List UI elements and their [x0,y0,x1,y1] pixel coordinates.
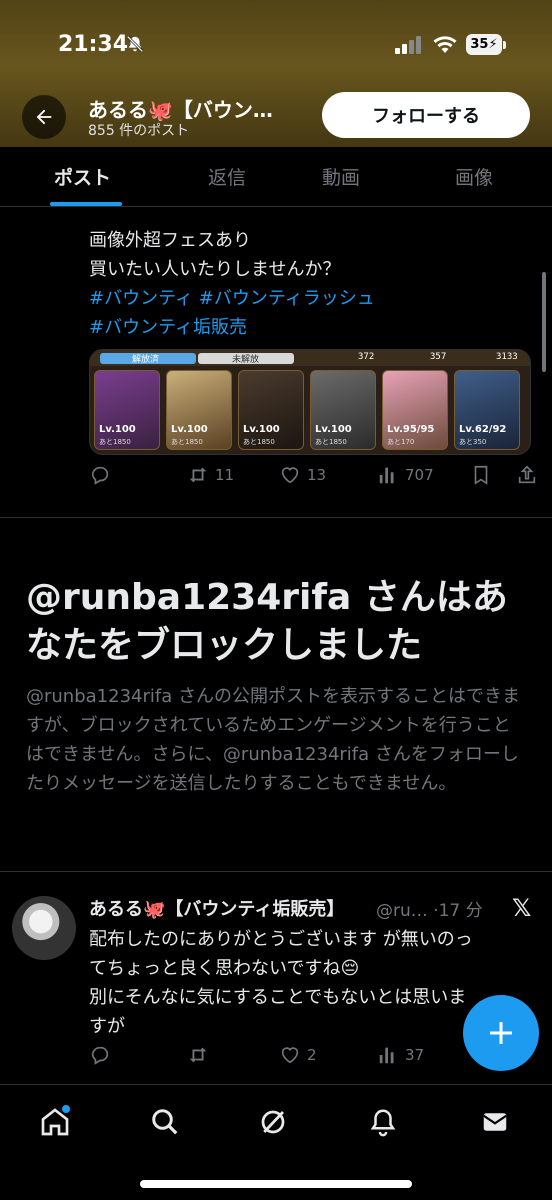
card-sub: あと1850 [243,438,275,446]
nav-grok[interactable] [256,1105,290,1139]
battery-cap [503,41,506,49]
like-button[interactable]: 2 [279,1044,317,1066]
repost-icon [189,1047,207,1063]
character-card: Lv.100 あと1850 [310,370,376,450]
tab-posts[interactable]: ポスト [54,163,111,190]
hashtag-link[interactable]: #バウンティラッシュ [199,288,375,309]
search-icon [152,1109,178,1135]
post-line: てちょっと良く思わないですね😔 [89,958,360,979]
share-icon [518,465,536,484]
home-indicator [140,1180,412,1188]
card-level: Lv.62/92 [459,424,507,435]
profile-name: あるる🐙【バウン… [88,98,273,122]
media-counter: 357 [430,352,447,362]
bookmark-icon [474,465,488,485]
character-card: Lv.95/95 あと170 [382,370,448,450]
views-count: 707 [405,466,434,484]
plus-icon [490,1022,512,1044]
like-button[interactable]: 13 [279,464,326,486]
avatar[interactable] [12,896,76,960]
bookmark-button[interactable] [470,464,492,486]
nav-search[interactable] [148,1105,182,1139]
views-button[interactable]: 37 [377,1044,424,1066]
card-level: Lv.100 [243,424,280,435]
profile-header: あるる🐙【バウン… 855 件のポスト フォローする [0,88,552,144]
media-tab-label: 未解放 [232,355,260,365]
hashtag-link[interactable]: #バウンティ垢販売 [89,317,247,338]
post-image[interactable]: 解放済 未解放 372 357 3133 Lv.100 あと1850 Lv.10… [89,349,531,455]
x-logo-icon: 𝕏 [512,894,532,922]
wifi-icon [433,36,457,53]
chart-icon [379,467,394,484]
reply-icon [91,1046,109,1065]
author-name[interactable]: あるる🐙【バウンティ垢販売】 [89,895,344,921]
grok-icon [261,1110,285,1134]
card-sub: あと170 [387,438,415,446]
blocked-title: @runba1234rifa さんはあなたをブロックしました [26,577,508,666]
views-count: 37 [405,1046,425,1064]
tab-images[interactable]: 画像 [455,163,493,190]
divider [0,517,552,518]
card-level: Lv.100 [171,424,208,435]
character-card: Lv.100 あと1850 [166,370,232,450]
compose-button[interactable] [463,995,539,1071]
signal-icon [395,36,421,54]
card-sub: あと350 [459,438,487,446]
media-counter: 3133 [496,352,518,362]
post-actions: 11 13 707 [0,464,552,494]
card-sub: あと1850 [171,438,203,446]
bell-off-icon [126,35,144,53]
follow-button[interactable]: フォローする [322,92,530,138]
post-count: 855 件のポスト [88,123,190,139]
post-line: 別にそんなに気にすることでもないとは思いま [89,987,467,1008]
character-card: Lv.100 あと1850 [238,370,304,450]
reply-button[interactable] [89,464,111,486]
card-sub: あと1850 [315,438,347,446]
nav-messages[interactable] [478,1105,512,1139]
post-line: 買いたい人いたりしませんか？ [89,259,341,280]
character-card: Lv.62/92 あと350 [454,370,520,450]
post-line: 配布したのにありがとうございます が無いのっ [89,929,473,950]
chart-icon [379,1047,394,1064]
media-counter: 372 [358,352,375,362]
status-bar: 21:34 35⚡ [0,0,552,80]
repost-button[interactable] [187,1044,209,1066]
card-sub: あと1850 [99,438,131,446]
character-card: Lv.100 あと1850 [94,370,160,450]
views-button[interactable]: 707 [377,464,434,486]
like-count: 2 [307,1046,317,1064]
status-time: 21:34 [58,32,129,57]
author-handle-time: @ru… ·17 分 [376,901,483,921]
card-level: Lv.100 [315,424,352,435]
heart-icon [281,1047,299,1064]
notification-dot [62,1105,70,1113]
hashtag-link[interactable]: #バウンティ [89,288,193,309]
post-text[interactable]: 画像外超フェスあり 買いたい人いたりしませんか？ #バウンティ #バウンティラッ… [89,226,375,342]
nav-notifications[interactable] [366,1105,400,1139]
battery-indicator: 35⚡ [466,34,502,55]
mail-icon [483,1113,507,1131]
divider [0,871,552,872]
post-line: 画像外超フェスあり [89,230,251,251]
media-tab-label: 解放済 [132,355,160,365]
like-count: 13 [307,466,327,484]
blocked-description: @runba1234rifa さんの公開ポストを表示することはできますが、ブロッ… [26,686,520,794]
scrollbar[interactable] [542,272,546,372]
reply-icon [91,466,109,485]
repost-button[interactable]: 11 [187,464,234,486]
arrow-left-icon [36,109,52,125]
back-button[interactable] [22,95,66,139]
repost-icon [189,467,207,483]
active-tab-indicator [50,202,122,206]
card-level: Lv.95/95 [387,424,435,435]
repost-count: 11 [215,466,235,484]
bell-icon [370,1109,396,1137]
profile-tabs: ポスト 返信 動画 画像 [0,147,552,207]
card-level: Lv.100 [99,424,136,435]
tab-videos[interactable]: 動画 [322,163,360,190]
heart-icon [281,467,299,484]
reply-button[interactable] [89,1044,111,1066]
tab-replies[interactable]: 返信 [208,163,246,190]
share-button[interactable] [516,464,538,486]
